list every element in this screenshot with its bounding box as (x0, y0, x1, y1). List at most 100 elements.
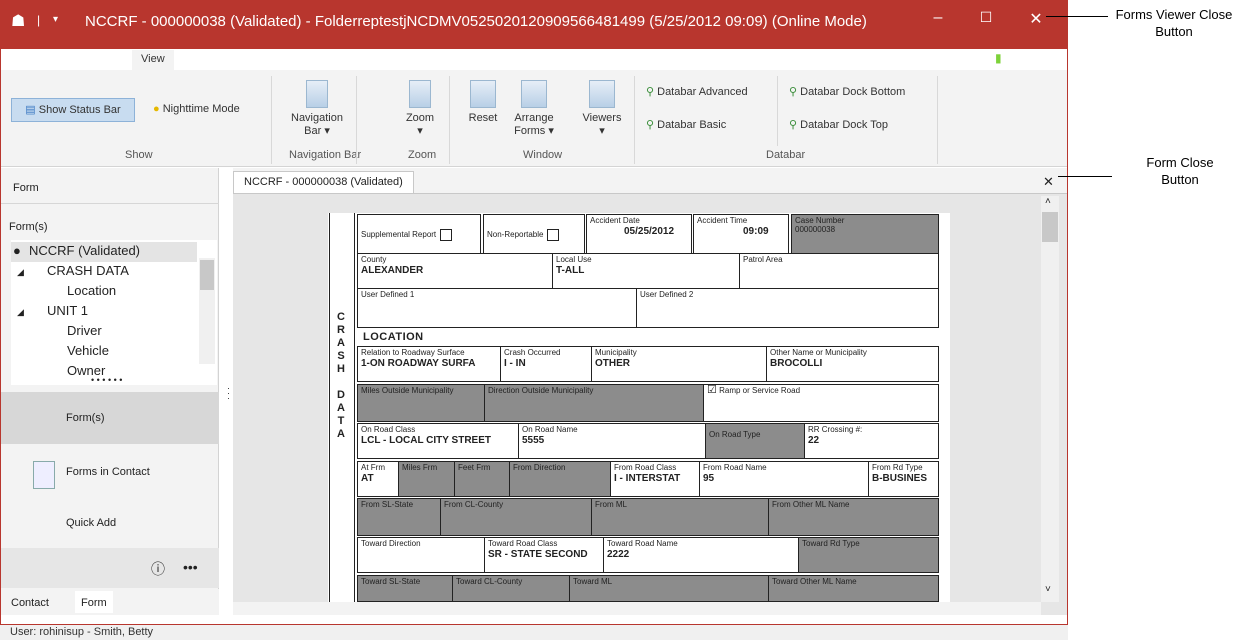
download-icon[interactable]: ⬇ (961, 52, 970, 65)
from-direction-field: From Direction (509, 461, 611, 497)
nav-item-forms-in-contact[interactable]: Forms in Contact (66, 466, 150, 478)
rr-crossing-field[interactable]: RR Crossing #: 22 (804, 423, 939, 459)
direction-outside-label: Direction Outside Municipality (488, 386, 594, 395)
info-icon[interactable]: ⓘ (151, 559, 165, 579)
relation-to-roadway-field[interactable]: Relation to Roadway Surface 1-ON ROADWAY … (357, 346, 501, 382)
non-reportable-checkbox[interactable] (547, 229, 560, 241)
county-field[interactable]: County ALEXANDER (357, 253, 553, 289)
splitter-handle[interactable]: • • • • • • (91, 375, 122, 385)
nav-item-forms[interactable] (1, 392, 219, 444)
case-number-field: Case Number 000000038 (791, 214, 939, 254)
maximize-button[interactable]: ☐ (971, 9, 1001, 26)
menu-help[interactable]: Help (263, 52, 286, 64)
toward-road-name-field[interactable]: Toward Road Name 2222 (603, 537, 799, 573)
more-icon[interactable]: ••• (183, 559, 198, 575)
menu-actions[interactable]: Actions (197, 52, 233, 64)
toward-road-class-value: SR - STATE SECOND (488, 549, 588, 560)
non-reportable-field[interactable]: Non-Reportable (483, 214, 585, 254)
toward-direction-field[interactable]: Toward Direction (357, 537, 485, 573)
scroll-down-icon[interactable]: ˅ (1045, 584, 1051, 595)
quick-access-dropdown-icon[interactable]: ▾ (53, 14, 58, 25)
tree-item-location[interactable]: Location (67, 283, 116, 298)
accident-date-field[interactable]: Accident Date 05/25/2012 (586, 214, 692, 254)
tab-form[interactable]: Form (75, 591, 113, 613)
other-municipality-field[interactable]: Other Name or Municipality BROCOLLI (766, 346, 939, 382)
horizontal-scrollbar[interactable] (233, 602, 1041, 615)
databar-icon: ⚲ (789, 86, 798, 98)
on-road-name-field[interactable]: On Road Name 5555 (518, 423, 706, 459)
ramp-field[interactable]: ☑ Ramp or Service Road (703, 384, 939, 422)
scroll-up-icon[interactable]: ˄ (1045, 196, 1051, 207)
menu-file[interactable]: File (15, 52, 33, 64)
navigation-bar-button[interactable]: Navigation Bar ▾ (286, 80, 348, 138)
menu-home[interactable]: Home (85, 52, 114, 64)
from-road-name-field[interactable]: From Road Name 95 (699, 461, 869, 497)
toward-ml-label: Toward ML (573, 577, 613, 586)
on-road-name-label: On Road Name (522, 425, 578, 434)
supplemental-report-field[interactable]: Supplemental Report (357, 214, 481, 254)
nav-item-forms-label: Form(s) (66, 412, 105, 424)
rr-crossing-value: 22 (808, 435, 820, 446)
scroll-thumb[interactable] (1042, 212, 1058, 242)
from-road-type-label: From Rd Type (872, 463, 923, 472)
tree-item-driver[interactable]: Driver (67, 323, 102, 338)
viewers-button[interactable]: Viewers ▾ (578, 80, 626, 138)
forms-tree[interactable]: ● NCCRF (Validated) ◢ CRASH DATA Locatio… (11, 240, 217, 385)
expand-icon[interactable]: ◢ (17, 267, 24, 278)
zoom-button[interactable]: Zoom ▾ (399, 80, 441, 138)
collapse-ribbon-icon[interactable]: ▲ (937, 52, 948, 64)
toward-sl-state-field: Toward SL-State (357, 575, 453, 602)
databar-icon: ⚲ (646, 119, 655, 131)
expand-icon[interactable]: ◢ (17, 307, 24, 318)
divider (777, 76, 778, 146)
from-other-ml-label: From Other ML Name (772, 500, 850, 509)
form-close-button[interactable]: ✕ (1043, 174, 1054, 190)
accident-time-value: 09:09 (743, 226, 769, 237)
toward-road-class-field[interactable]: Toward Road Class SR - STATE SECOND (484, 537, 604, 573)
user-defined-2-field[interactable]: User Defined 2 (636, 288, 939, 328)
tree-item-vehicle[interactable]: Vehicle (67, 343, 109, 358)
forms-viewer-close-button[interactable]: ✕ (1021, 9, 1051, 29)
from-road-type-field[interactable]: From Rd Type B-BUSINES (868, 461, 939, 497)
at-from-label: At Frm (361, 463, 385, 472)
crash-occurred-field[interactable]: Crash Occurred I - IN (500, 346, 592, 382)
local-use-field[interactable]: Local Use T-ALL (552, 253, 740, 289)
tree-scroll-thumb[interactable] (200, 260, 214, 290)
app-icon[interactable]: ☗ (11, 11, 25, 31)
pane-splitter[interactable]: · · · (227, 384, 230, 403)
divider (937, 76, 938, 164)
county-value: ALEXANDER (361, 265, 424, 276)
ramp-checkbox-checked-icon[interactable]: ☑ (707, 385, 717, 396)
form-tab[interactable]: NCCRF - 000000038 (Validated) (233, 171, 414, 193)
databar-dock-bottom-button[interactable]: ⚲ Databar Dock Bottom (789, 86, 905, 99)
at-from-field[interactable]: At Frm AT (357, 461, 399, 497)
supplemental-report-label: Supplemental Report (361, 230, 437, 240)
municipality-field[interactable]: Municipality OTHER (591, 346, 767, 382)
group-show: Show (125, 149, 153, 161)
databar-dock-bottom-label: Databar Dock Bottom (800, 86, 906, 98)
patrol-area-field[interactable]: Patrol Area (739, 253, 939, 289)
user-defined-1-label: User Defined 1 (361, 290, 415, 299)
supplemental-checkbox[interactable] (440, 229, 453, 241)
vertical-scrollbar[interactable]: ˄ ˅ (1041, 196, 1059, 602)
tree-item-crash-data[interactable]: CRASH DATA (47, 263, 129, 278)
nav-item-quick-add[interactable]: Quick Add (66, 517, 116, 529)
toward-direction-label: Toward Direction (361, 539, 421, 548)
menu-view[interactable]: View (132, 50, 174, 70)
tree-item-unit-1[interactable]: UNIT 1 (47, 303, 88, 318)
accident-time-field[interactable]: Accident Time 09:09 (693, 214, 789, 254)
on-road-class-field[interactable]: On Road Class LCL - LOCAL CITY STREET (357, 423, 519, 459)
nighttime-mode-button[interactable]: ● Nighttime Mode (153, 103, 240, 116)
reset-button[interactable]: Reset (465, 80, 501, 125)
tree-item-nccrf[interactable]: NCCRF (Validated) (29, 243, 140, 258)
databar-dock-top-button[interactable]: ⚲ Databar Dock Top (789, 119, 888, 132)
direction-outside-field: Direction Outside Municipality (484, 384, 704, 422)
databar-basic-button[interactable]: ⚲ Databar Basic (646, 119, 726, 132)
show-status-bar-button[interactable]: ▤ Show Status Bar (11, 98, 135, 122)
user-defined-1-field[interactable]: User Defined 1 (357, 288, 637, 328)
from-road-class-field[interactable]: From Road Class I - INTERSTAT (610, 461, 700, 497)
tab-contact[interactable]: Contact (11, 597, 49, 609)
minimize-button[interactable]: – (923, 9, 953, 27)
databar-advanced-button[interactable]: ⚲ Databar Advanced (646, 86, 748, 99)
arrange-forms-button[interactable]: Arrange Forms ▾ (512, 80, 556, 138)
